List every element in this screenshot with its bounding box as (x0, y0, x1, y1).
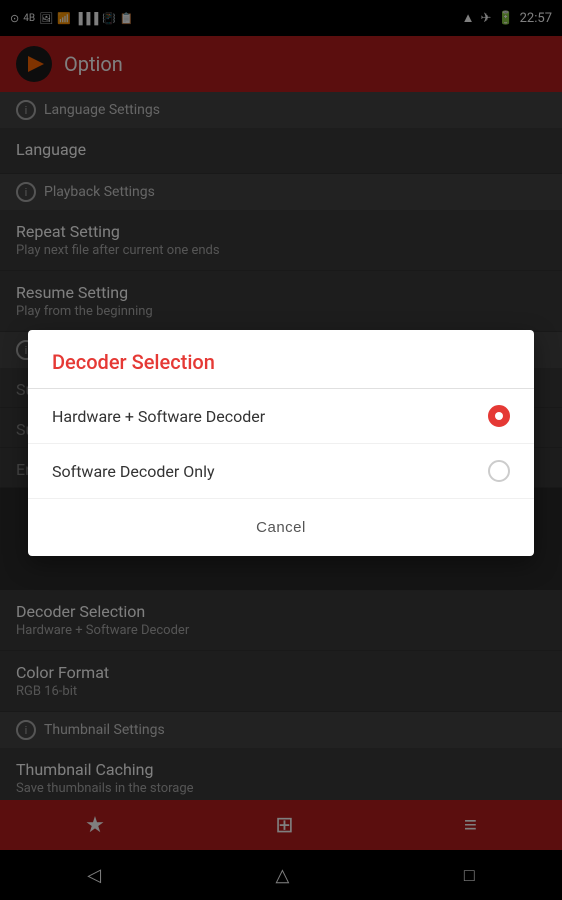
dialog-title: Decoder Selection (28, 330, 534, 389)
radio-button-1[interactable] (488, 405, 510, 427)
dialog-actions: Cancel (28, 499, 534, 556)
decoder-selection-dialog: Decoder Selection Hardware + Software De… (28, 330, 534, 556)
option-label-2: Software Decoder Only (52, 462, 215, 481)
cancel-button[interactable]: Cancel (232, 511, 330, 544)
radio-button-2[interactable] (488, 460, 510, 482)
software-only-option[interactable]: Software Decoder Only (28, 444, 534, 499)
hardware-software-option[interactable]: Hardware + Software Decoder (28, 389, 534, 444)
option-label-1: Hardware + Software Decoder (52, 407, 265, 426)
